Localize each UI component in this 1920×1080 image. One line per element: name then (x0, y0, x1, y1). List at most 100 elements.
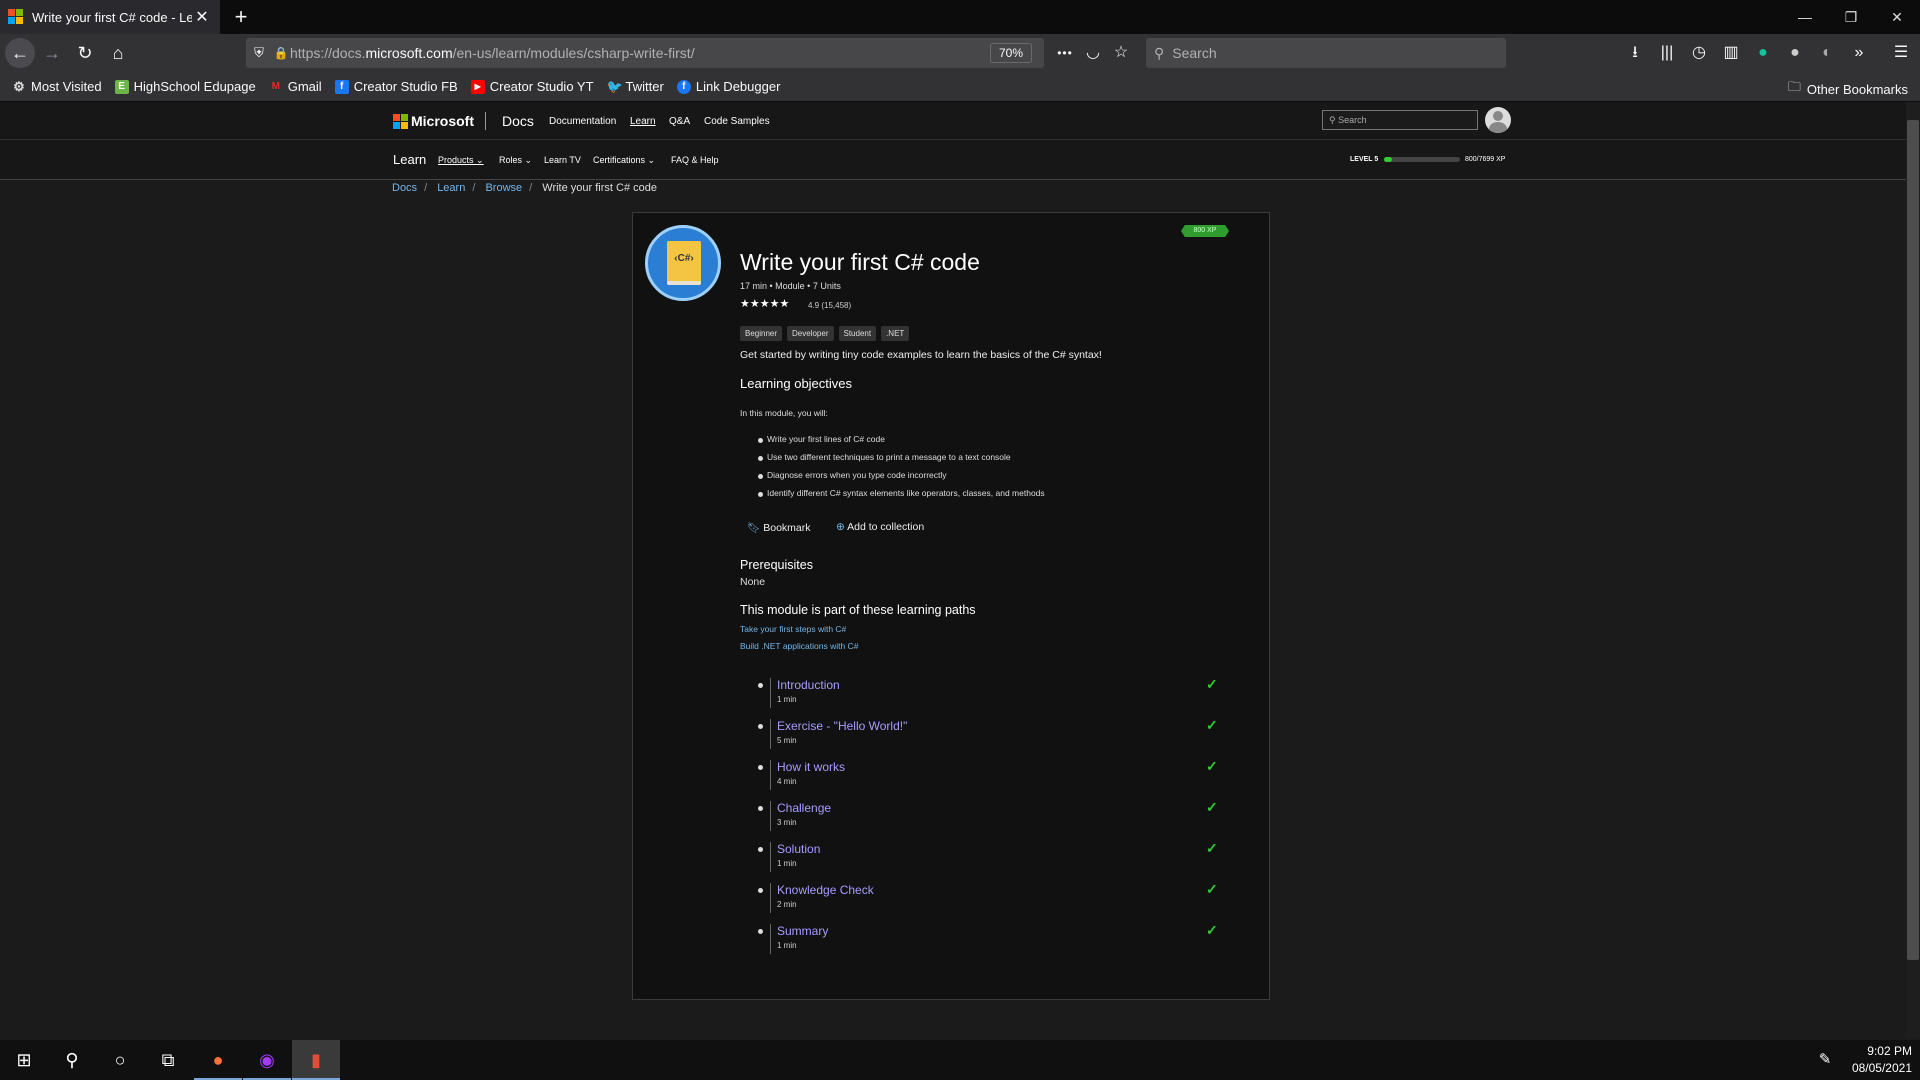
xp-progress-bar (1384, 157, 1460, 162)
firefox-icon[interactable]: ● (194, 1040, 242, 1080)
objective-item: Use two different techniques to print a … (767, 452, 1011, 462)
home-icon[interactable]: ⌂ (103, 38, 133, 68)
minimize-button[interactable]: — (1782, 0, 1828, 34)
grammarly-icon[interactable]: ● (1748, 38, 1778, 68)
microsoft-logo-icon (393, 114, 408, 129)
new-tab-button[interactable]: + (228, 4, 254, 30)
learn-title[interactable]: Learn (393, 152, 426, 167)
breadcrumb-docs[interactable]: Docs (392, 182, 417, 194)
unit-link[interactable]: Exercise - "Hello World!" (777, 719, 907, 733)
docs-link[interactable]: Docs (502, 113, 534, 129)
nav-learn-tv[interactable]: Learn TV (544, 155, 581, 165)
app-icon[interactable]: ▮ (292, 1040, 340, 1080)
unit-link[interactable]: How it works (777, 760, 845, 774)
bookmark-item[interactable]: E HighSchool Edupage (114, 79, 256, 94)
module-meta: 17 min • Module • 7 Units (740, 281, 841, 291)
bookmarks-toolbar: ⚙ Most Visited E HighSchool Edupage M Gmail… (0, 72, 1920, 102)
nav-products[interactable]: Products ⌄ (438, 155, 484, 166)
active-tab[interactable]: Write your first C# code - Learn ✕ (0, 0, 220, 34)
restore-button[interactable]: ❐ (1828, 0, 1874, 34)
reader-view-icon[interactable]: ▥ (1716, 38, 1746, 68)
system-clock[interactable]: 9:02 PM 08/05/2021 (1846, 1043, 1912, 1077)
tag-developer[interactable]: Developer (787, 326, 834, 341)
twitter-icon: 🐦 (606, 78, 623, 94)
module-summary: Get started by writing tiny code example… (740, 349, 1102, 361)
unit-link[interactable]: Introduction (777, 678, 840, 692)
overflow-chevron-icon[interactable]: » (1844, 38, 1874, 68)
objective-item: Identify different C# syntax elements li… (767, 488, 1045, 498)
messenger-icon[interactable]: ◉ (243, 1040, 291, 1080)
breadcrumb-learn[interactable]: Learn (437, 182, 465, 194)
nav-code-samples[interactable]: Code Samples (704, 116, 770, 127)
tag-beginner[interactable]: Beginner (740, 326, 783, 341)
extension-icon[interactable]: ● (1780, 38, 1810, 68)
tab-close-icon[interactable]: ✕ (192, 7, 212, 27)
bookmark-item[interactable]: M Gmail (269, 79, 322, 94)
task-view-icon[interactable]: ⧉ (144, 1040, 192, 1080)
nav-faq-help[interactable]: FAQ & Help (671, 155, 719, 165)
add-circle-icon: ⊕ (836, 521, 848, 533)
windows-start-icon[interactable]: ⊞ (0, 1040, 48, 1080)
search-icon[interactable]: ⚲ (48, 1040, 96, 1080)
bookmark-button[interactable]: 🔖︎ Bookmark (747, 521, 811, 534)
download-icon[interactable]: ⭳ (1620, 38, 1650, 68)
bookmark-item[interactable]: 🐦 Twitter (607, 79, 664, 94)
facebook-icon: f (676, 79, 691, 94)
cortana-icon[interactable]: ○ (96, 1040, 144, 1080)
breadcrumb: Docs / Learn / Browse / Write your first C#… (392, 182, 657, 194)
unit-divider (770, 760, 771, 790)
microsoft-logo-icon (8, 9, 24, 25)
extension-icon[interactable]: ◐ (1812, 38, 1842, 68)
csharp-book-icon: ‹C#› (645, 225, 721, 301)
history-icon[interactable]: ◷ (1684, 38, 1714, 68)
scrollbar-thumb[interactable] (1907, 120, 1919, 960)
unit-divider (770, 801, 771, 831)
lock-icon[interactable]: 🔒 (272, 46, 290, 60)
menu-hamburger-icon[interactable]: ☰ (1886, 38, 1916, 68)
other-bookmarks[interactable]: 🗀 Other Bookmarks (1788, 78, 1908, 100)
unit-bullet (758, 929, 763, 934)
learning-path-link[interactable]: Build .NET applications with C# (740, 641, 858, 651)
tag-student[interactable]: Student (838, 326, 877, 341)
pocket-icon[interactable]: ◡ (1078, 38, 1108, 68)
pen-icon[interactable]: ✎ (1810, 1040, 1840, 1080)
avatar[interactable] (1485, 107, 1511, 133)
shield-icon[interactable]: ⛨ (246, 45, 272, 61)
bookmark-item[interactable]: f Link Debugger (676, 79, 780, 94)
add-to-collection-button[interactable]: ⊕ Add to collection (836, 521, 924, 533)
unit-link[interactable]: Solution (777, 842, 820, 856)
clock-date: 08/05/2021 (1851, 1061, 1912, 1075)
breadcrumb-browse[interactable]: Browse (485, 182, 522, 194)
bookmark-item[interactable]: f Creator Studio FB (334, 79, 458, 94)
facebook-icon: f (334, 79, 349, 94)
library-icon[interactable]: ||| (1652, 38, 1682, 68)
nav-certifications[interactable]: Certifications ⌄ (593, 155, 655, 166)
bookmark-item[interactable]: ▶ Creator Studio YT (470, 79, 594, 94)
nav-learn[interactable]: Learn (630, 116, 656, 127)
page-actions-icon[interactable]: ••• (1050, 38, 1080, 68)
bookmark-star-icon[interactable]: ☆ (1106, 38, 1136, 68)
address-bar[interactable]: ⛨ 🔒 https://docs. microsoft.com/en-us/lea… (246, 38, 1044, 68)
unit-duration: 5 min (777, 736, 797, 745)
zoom-indicator[interactable]: 70% (990, 43, 1032, 63)
unit-link[interactable]: Knowledge Check (777, 883, 874, 897)
docs-search-input[interactable]: ⚲ Search (1322, 110, 1478, 130)
back-arrow-icon[interactable]: ← (5, 38, 35, 68)
reload-icon[interactable]: ↻ (70, 38, 100, 68)
bookmark-item[interactable]: ⚙ Most Visited (12, 79, 101, 94)
unit-link[interactable]: Summary (777, 924, 828, 938)
forward-arrow-icon[interactable]: → (37, 38, 67, 68)
microsoft-brand[interactable]: Microsoft (411, 113, 474, 129)
level-label: LEVEL 5 (1350, 156, 1379, 163)
nav-roles[interactable]: Roles ⌄ (499, 155, 532, 166)
unit-duration: 3 min (777, 818, 797, 827)
url-host: microsoft.com (365, 45, 453, 61)
nav-qa[interactable]: Q&A (669, 116, 690, 127)
breadcrumb-current: Write your first C# code (542, 182, 657, 194)
tag-dotnet[interactable]: .NET (881, 326, 910, 341)
learning-path-link[interactable]: Take your first steps with C# (740, 624, 846, 634)
close-window-button[interactable]: ✕ (1874, 0, 1920, 34)
nav-documentation[interactable]: Documentation (549, 116, 616, 127)
browser-search-input[interactable]: ⚲ Search (1146, 38, 1506, 68)
unit-link[interactable]: Challenge (777, 801, 831, 815)
